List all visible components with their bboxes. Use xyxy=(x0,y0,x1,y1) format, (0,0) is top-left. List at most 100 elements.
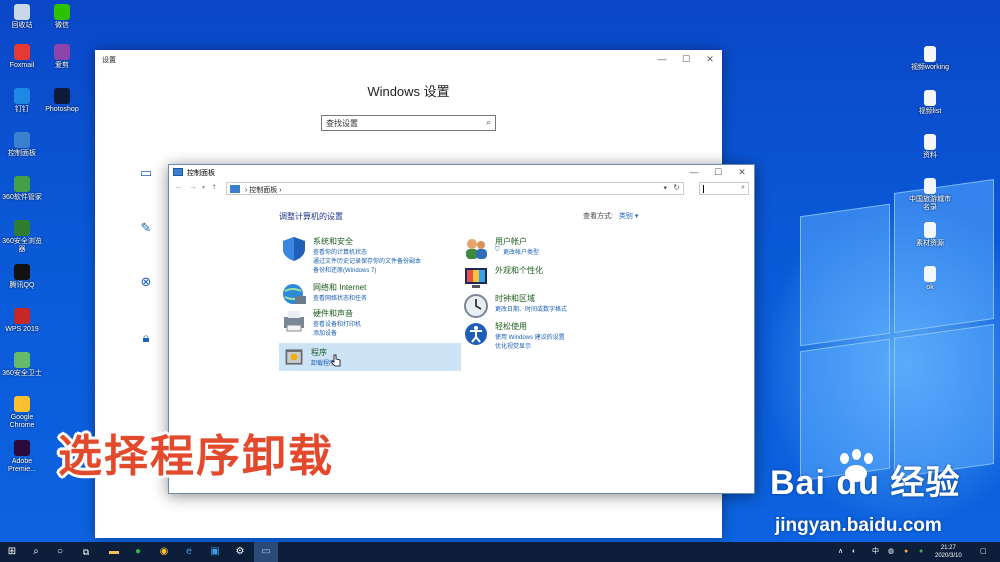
category-user-accounts[interactable]: 用户帐户 更改帐户类型 ⛉ xyxy=(463,236,645,262)
clock-time: 21:27 xyxy=(940,545,956,551)
refresh-icon[interactable]: ↻ xyxy=(673,183,680,192)
desktop-icon-label: 素材资源 xyxy=(916,240,944,247)
cp-search-input[interactable]: ⌕ xyxy=(699,182,749,195)
desktop-icon[interactable]: 回收站 xyxy=(0,4,44,30)
desktop-icon-label: Foxmail xyxy=(9,62,35,69)
gaming-xbox-icon[interactable]: ⊗ xyxy=(138,274,154,290)
desktop-icon[interactable]: 360安全卫士 xyxy=(0,352,44,378)
link-add-device[interactable]: 添加设备 xyxy=(313,328,337,337)
desktop-icon[interactable]: Foxmail xyxy=(0,44,44,70)
desktop-file-icon[interactable]: 视频list xyxy=(908,90,952,116)
desktop-icon[interactable]: 控制面板 xyxy=(0,132,44,158)
link-devices-printers[interactable]: 查看设备和打印机 xyxy=(313,319,361,328)
category-programs[interactable]: 程序 卸载程序 xyxy=(279,343,461,371)
desktop-app-icon xyxy=(14,4,30,20)
link-change-account-type[interactable]: 更改帐户类型 xyxy=(503,247,539,256)
system-laptop-icon[interactable]: ▭ xyxy=(138,165,154,181)
desktop-icon[interactable]: Adobe Premie... xyxy=(0,440,44,474)
360-browser-icon[interactable]: ● xyxy=(126,542,150,562)
privacy-lock-icon[interactable]: 🔒︎ xyxy=(138,330,154,346)
baidu-url: jingyan.baidu.com xyxy=(775,515,942,536)
edge-icon[interactable]: e xyxy=(177,542,201,562)
category-title[interactable]: 程序 xyxy=(311,347,327,358)
desktop-icon[interactable]: WPS 2019 xyxy=(0,308,44,334)
desktop-file-icon[interactable]: 资料 xyxy=(908,134,952,160)
category-title[interactable]: 硬件和声音 xyxy=(313,308,353,319)
control-panel-taskbar-icon[interactable]: ▭ xyxy=(254,542,278,562)
cp-close-button[interactable]: ✕ xyxy=(730,165,754,180)
recent-chevron-down-icon[interactable]: ▾ xyxy=(202,184,205,191)
desktop-file-icon[interactable]: 素材资源 xyxy=(908,222,952,248)
link-network-status[interactable]: 查看网络状态和任务 xyxy=(313,293,367,302)
desktop-app-icon xyxy=(14,440,30,456)
back-arrow-icon[interactable]: ← xyxy=(175,182,183,191)
link-change-date-time[interactable]: 更改日期、时间或数字格式 xyxy=(495,304,567,313)
desktop-icon-label: 360安全卫士 xyxy=(2,370,42,377)
desktop-icon[interactable]: 360安全浏览器 xyxy=(0,220,44,254)
tray-chevron-up-icon[interactable]: ∧ xyxy=(838,542,843,562)
settings-minimize-button[interactable]: — xyxy=(650,50,674,68)
ime-indicator[interactable]: 中 xyxy=(872,542,879,562)
category-appearance[interactable]: 外观和个性化 xyxy=(463,265,645,289)
desktop-icon[interactable]: 微信 xyxy=(40,4,84,30)
notification-icon[interactable]: ▢ xyxy=(980,542,987,562)
category-ease-of-access[interactable]: 轻松使用 使用 Windows 建议的设置 优化视觉显示 xyxy=(463,321,645,351)
address-bar[interactable]: › 控制面板 › ▾ ↻ xyxy=(226,182,684,195)
search-icon[interactable]: ⌕ xyxy=(24,542,48,562)
tray-app-icon[interactable]: ◍ xyxy=(888,542,894,562)
desktop-file-icon[interactable]: 视频working xyxy=(908,46,952,72)
clock[interactable]: 21:27 2020/3/10 xyxy=(935,544,962,560)
category-clock-region[interactable]: 时钟和区域 更改日期、时间或数字格式 xyxy=(463,293,645,318)
tray-app-icon-3[interactable]: ● xyxy=(919,542,923,562)
desktop-icon[interactable]: 爱剪 xyxy=(40,44,84,70)
category-system-security[interactable]: 系统和安全 查看你的计算机状态 通过文件历史记录保存你的文件备份副本 备份和还原… xyxy=(281,236,463,276)
store-icon[interactable]: ▣ xyxy=(203,542,227,562)
desktop-app-icon xyxy=(54,4,70,20)
settings-maximize-button[interactable]: ☐ xyxy=(674,50,698,68)
up-arrow-icon[interactable]: ↑ xyxy=(212,182,216,191)
desktop-file-icon[interactable]: 中国旅游城市名录 xyxy=(908,178,952,212)
baidu-paw-icon xyxy=(832,446,880,487)
category-network[interactable]: 网络和 Internet 查看网络状态和任务 xyxy=(281,282,463,310)
settings-search-input[interactable]: 查找设置 ⌕ xyxy=(321,115,496,131)
forward-arrow-icon[interactable]: → xyxy=(189,182,197,191)
view-by-dropdown[interactable]: 类别 ▾ xyxy=(619,213,638,220)
desktop-icon-label: 360软件管家 xyxy=(2,194,42,201)
desktop-icon[interactable]: Photoshop xyxy=(40,88,84,114)
link-file-history[interactable]: 通过文件历史记录保存你的文件备份副本 xyxy=(313,256,421,265)
settings-close-button[interactable]: ✕ xyxy=(698,50,722,68)
start-windows-icon[interactable]: ⊞ xyxy=(0,542,24,562)
breadcrumb[interactable]: 控制面板 xyxy=(249,187,277,194)
desktop-icon[interactable]: 腾讯QQ xyxy=(0,264,44,290)
document-icon xyxy=(924,266,936,282)
document-icon xyxy=(924,46,936,62)
desktop-icon[interactable]: 钉钉 xyxy=(0,88,44,114)
clock-globe-icon xyxy=(464,294,488,318)
settings-gear-icon[interactable]: ⚙ xyxy=(228,542,252,562)
link-backup-restore[interactable]: 备份和还原(Windows 7) xyxy=(313,265,376,274)
tray-app-icon-2[interactable]: ● xyxy=(904,542,908,562)
category-title[interactable]: 系统和安全 xyxy=(313,236,353,247)
category-title[interactable]: 网络和 Internet xyxy=(313,282,366,293)
link-view-status[interactable]: 查看你的计算机状态 xyxy=(313,247,367,256)
category-hardware[interactable]: 硬件和声音 查看设备和打印机 添加设备 xyxy=(281,308,463,338)
file-explorer-icon[interactable]: ▬ xyxy=(102,542,126,562)
cortana-circle-icon[interactable]: ○ xyxy=(48,542,72,562)
desktop-file-icon[interactable]: ok xyxy=(908,266,952,292)
cp-minimize-button[interactable]: — xyxy=(682,165,706,180)
link-recommended-settings[interactable]: 使用 Windows 建议的设置 xyxy=(495,332,565,341)
desktop-icon[interactable]: Google Chrome xyxy=(0,396,44,430)
address-dropdown-icon[interactable]: ▾ xyxy=(663,184,667,192)
task-view-icon[interactable]: ⧉ xyxy=(74,542,98,562)
desktop-app-icon xyxy=(54,44,70,60)
category-title[interactable]: 用户帐户 xyxy=(495,236,527,247)
link-optimize-display[interactable]: 优化视觉显示 xyxy=(495,341,531,350)
tray-icon[interactable]: ◐ xyxy=(852,542,856,562)
chrome-icon[interactable]: ◉ xyxy=(152,542,176,562)
category-title[interactable]: 轻松使用 xyxy=(495,321,527,332)
category-title[interactable]: 外观和个性化 xyxy=(495,265,543,276)
category-title[interactable]: 时钟和区域 xyxy=(495,293,535,304)
desktop-icon[interactable]: 360软件管家 xyxy=(0,176,44,202)
personalization-pen-icon[interactable]: ✎ xyxy=(138,220,154,236)
cp-maximize-button[interactable]: ☐ xyxy=(706,165,730,180)
